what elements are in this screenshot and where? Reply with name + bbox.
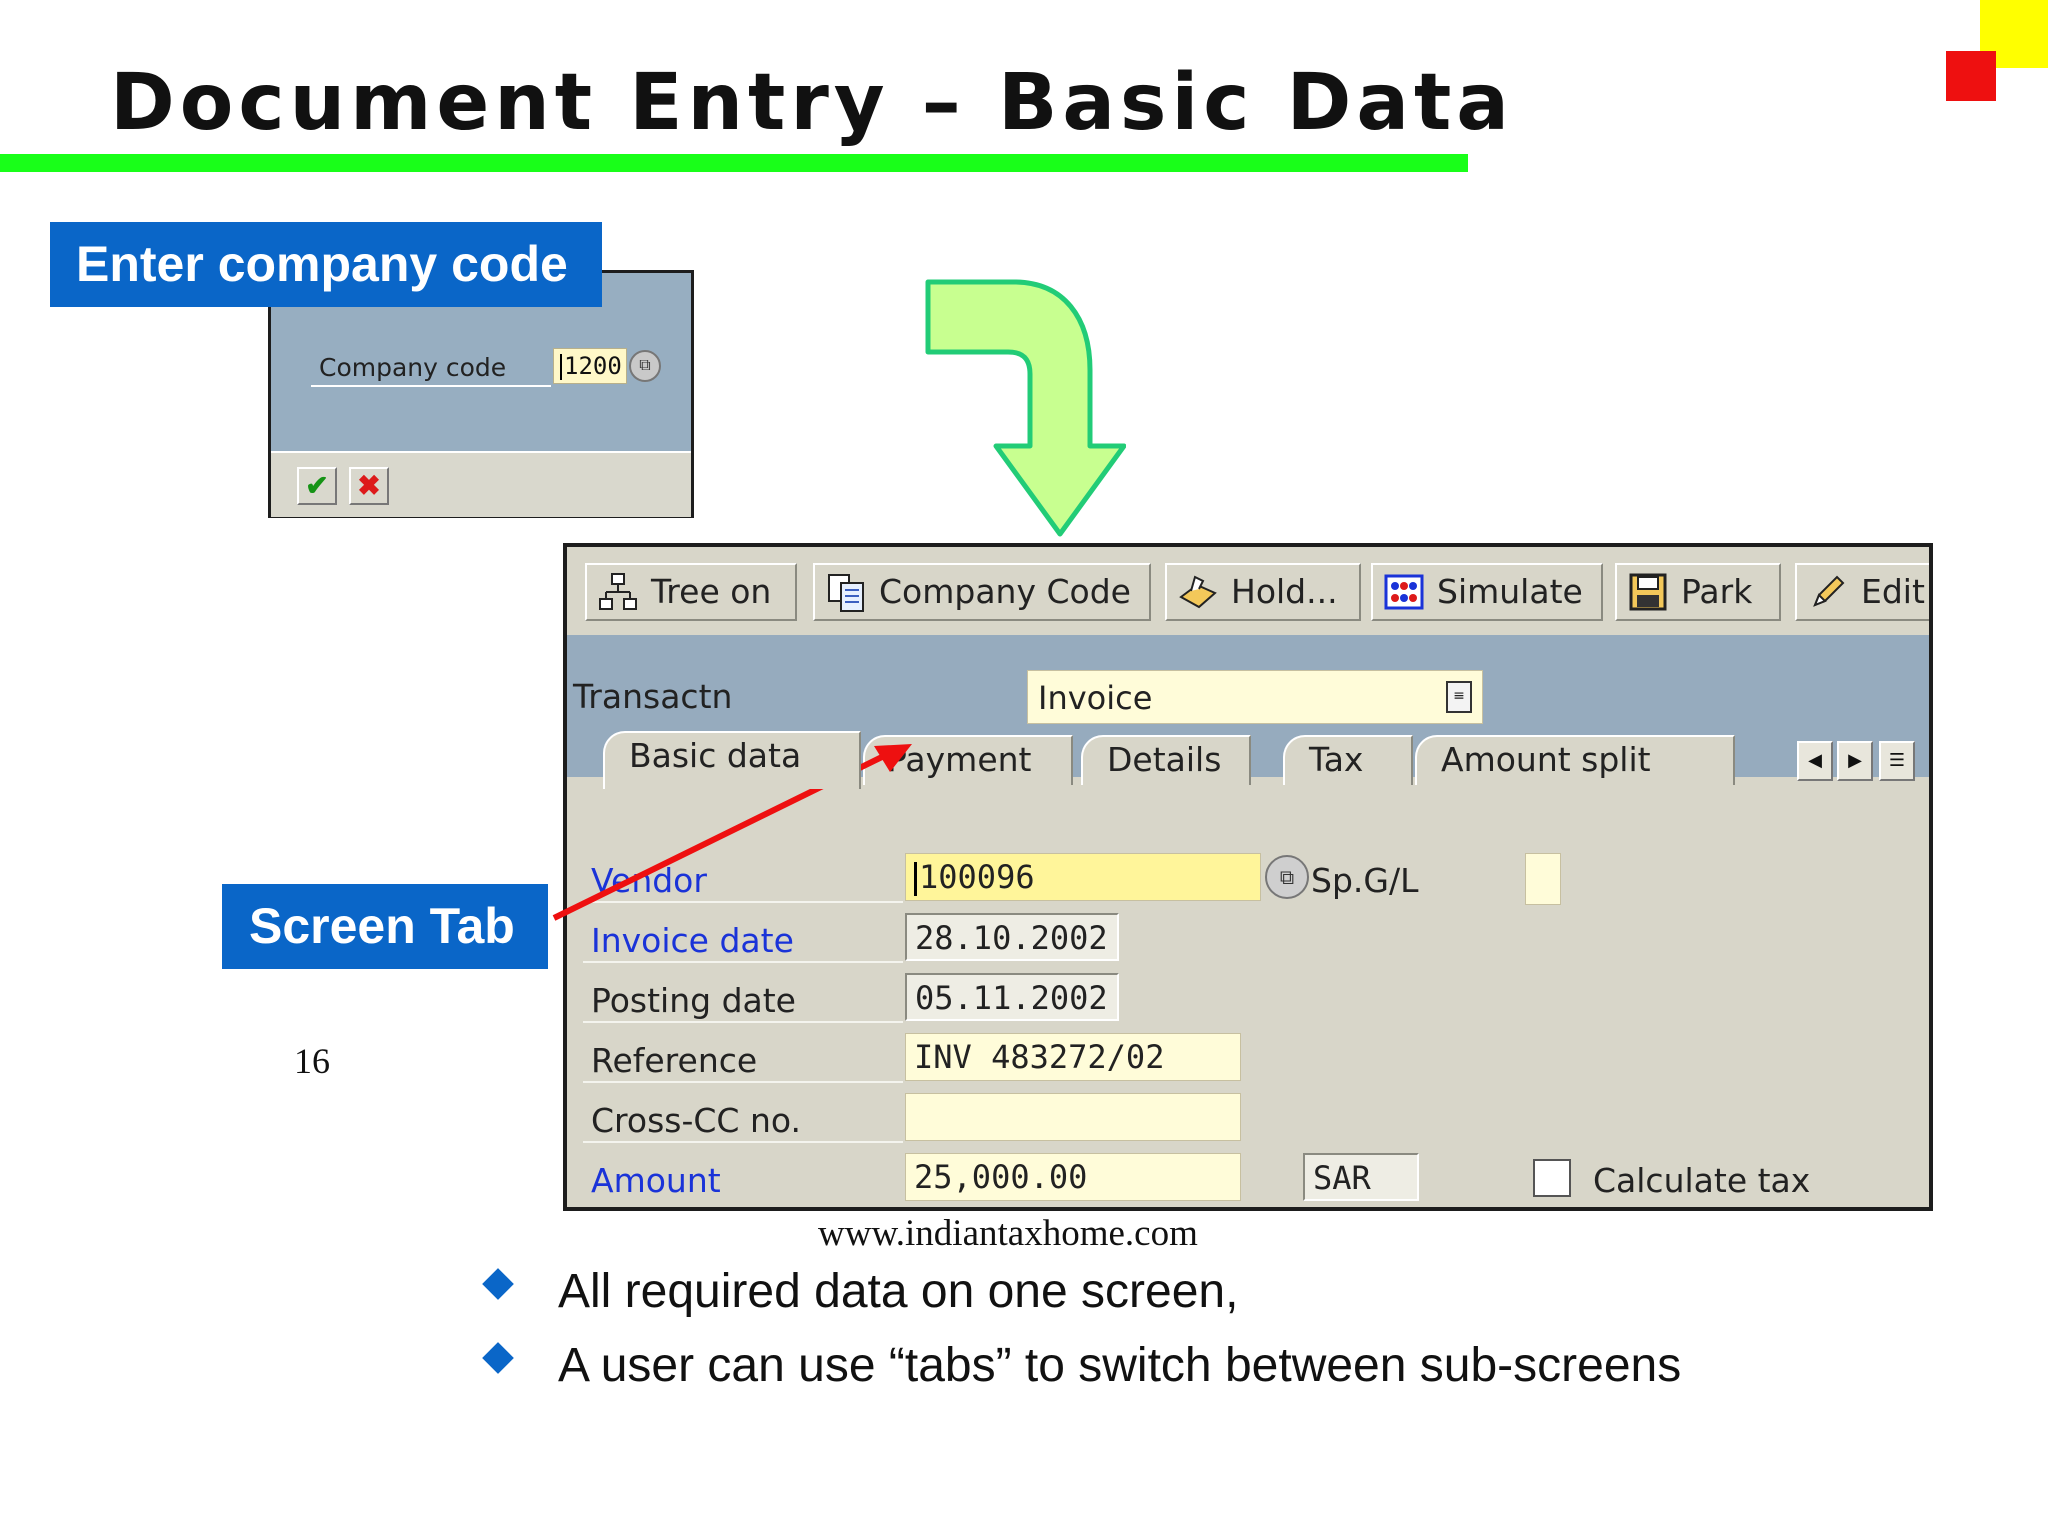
tab-details[interactable]: Details — [1081, 735, 1251, 785]
edit-label: Edit — [1861, 572, 1925, 611]
pencil-icon — [1807, 571, 1849, 613]
currency-input[interactable]: SAR — [1303, 1153, 1419, 1201]
amount-label: Amount — [591, 1161, 721, 1200]
title-underline — [0, 154, 1468, 172]
cross-cc-input[interactable] — [905, 1093, 1241, 1141]
company-code-dialog: Company code 1200 ⧉ ✔ ✖ — [268, 270, 694, 518]
amount-input[interactable]: 25,000.00 — [905, 1153, 1241, 1201]
application-toolbar: Tree on Company Code Hold... Simulate Pa… — [567, 547, 1929, 635]
bullet-diamond-icon — [482, 1268, 514, 1300]
callout-screen-tab: Screen Tab — [222, 884, 548, 969]
corner-red-square — [1946, 51, 1996, 101]
park-button[interactable]: Park — [1615, 563, 1781, 621]
tab-basic-data[interactable]: Basic data — [603, 731, 861, 789]
reference-input[interactable]: INV 483272/02 — [905, 1033, 1241, 1081]
calculate-tax-checkbox[interactable] — [1533, 1159, 1571, 1197]
company-code-button-label: Company Code — [879, 572, 1131, 611]
edit-button[interactable]: Edit — [1795, 563, 1929, 621]
tab-amount-split[interactable]: Amount split — [1415, 735, 1735, 785]
tree-on-button[interactable]: Tree on — [585, 563, 797, 621]
hold-label: Hold... — [1231, 572, 1338, 611]
transaction-value: Invoice — [1038, 679, 1153, 717]
amount-row: Amount 25,000.00 SAR Calculate tax — [583, 1149, 1810, 1207]
tab-tax[interactable]: Tax — [1283, 735, 1413, 785]
calculate-tax-label: Calculate tax — [1593, 1161, 1811, 1200]
text-caret — [560, 354, 562, 380]
posting-date-row: Posting date 05.11.2002 — [583, 969, 1783, 1027]
bullet-diamond-icon — [482, 1342, 514, 1374]
row-underline — [583, 1081, 903, 1083]
green-curved-arrow-icon — [925, 279, 1126, 537]
hold-icon — [1177, 571, 1219, 613]
document-list-icon[interactable]: ≡ — [1446, 681, 1472, 713]
simulate-label: Simulate — [1437, 572, 1583, 611]
posting-date-label: Posting date — [591, 981, 796, 1020]
spgl-label: Sp.G/L — [1311, 861, 1419, 900]
cancel-x-button[interactable]: ✖ — [349, 467, 389, 505]
company-code-value: 1200 — [564, 352, 622, 380]
bullet-text: A user can use “tabs” to switch between … — [558, 1339, 1682, 1392]
transaction-dropdown[interactable]: Invoice ≡ — [1027, 670, 1483, 724]
invoice-date-label: Invoice date — [591, 921, 794, 960]
transaction-label: Transactn — [573, 677, 733, 716]
simulate-button[interactable]: Simulate — [1371, 563, 1603, 621]
simulate-icon — [1383, 571, 1425, 613]
park-label: Park — [1681, 572, 1753, 611]
dialog-footer: ✔ ✖ — [271, 451, 691, 517]
reference-label: Reference — [591, 1041, 758, 1080]
row-underline — [583, 961, 903, 963]
bullet-item: All required data on one screen, — [482, 1264, 1884, 1324]
save-icon — [1627, 571, 1669, 613]
company-code-search-help-icon[interactable]: ⧉ — [629, 350, 661, 382]
cross-cc-row: Cross-CC no. — [583, 1089, 1783, 1147]
invoice-date-input[interactable]: 28.10.2002 — [905, 913, 1119, 961]
callout-enter-company-code: Enter company code — [50, 222, 602, 307]
company-code-button[interactable]: Company Code — [813, 563, 1151, 621]
tree-on-label: Tree on — [651, 572, 772, 611]
row-underline — [583, 1141, 903, 1143]
company-code-icon — [825, 571, 867, 613]
page-number: 16 — [294, 1041, 330, 1081]
slide-title: Document Entry – Basic Data — [110, 58, 1514, 148]
vendor-input[interactable]: 100096 — [905, 853, 1261, 901]
tab-list-icon[interactable]: ☰ — [1879, 741, 1915, 781]
row-underline — [583, 1021, 903, 1023]
tab-scroll-right-icon[interactable]: ▶ — [1837, 741, 1873, 781]
bullet-text: All required data on one screen, — [558, 1265, 1239, 1318]
cross-cc-label: Cross-CC no. — [591, 1101, 801, 1140]
confirm-checkmark-button[interactable]: ✔ — [297, 467, 337, 505]
reference-row: Reference INV 483272/02 — [583, 1029, 1783, 1087]
spgl-input[interactable] — [1525, 853, 1561, 905]
company-code-input[interactable]: 1200 — [553, 348, 627, 384]
website-url: www.indiantaxhome.com — [818, 1213, 1198, 1254]
tree-icon — [597, 571, 639, 613]
posting-date-input[interactable]: 05.11.2002 — [905, 973, 1119, 1021]
hold-button[interactable]: Hold... — [1165, 563, 1361, 621]
tab-scroll-left-icon[interactable]: ◀ — [1797, 741, 1833, 781]
bullet-item: A user can use “tabs” to switch between … — [482, 1338, 1884, 1398]
vendor-search-help-icon[interactable]: ⧉ — [1265, 855, 1309, 899]
company-code-label: Company code — [319, 353, 507, 382]
company-code-label-underline — [311, 385, 551, 387]
vendor-value: 100096 — [919, 858, 1035, 896]
